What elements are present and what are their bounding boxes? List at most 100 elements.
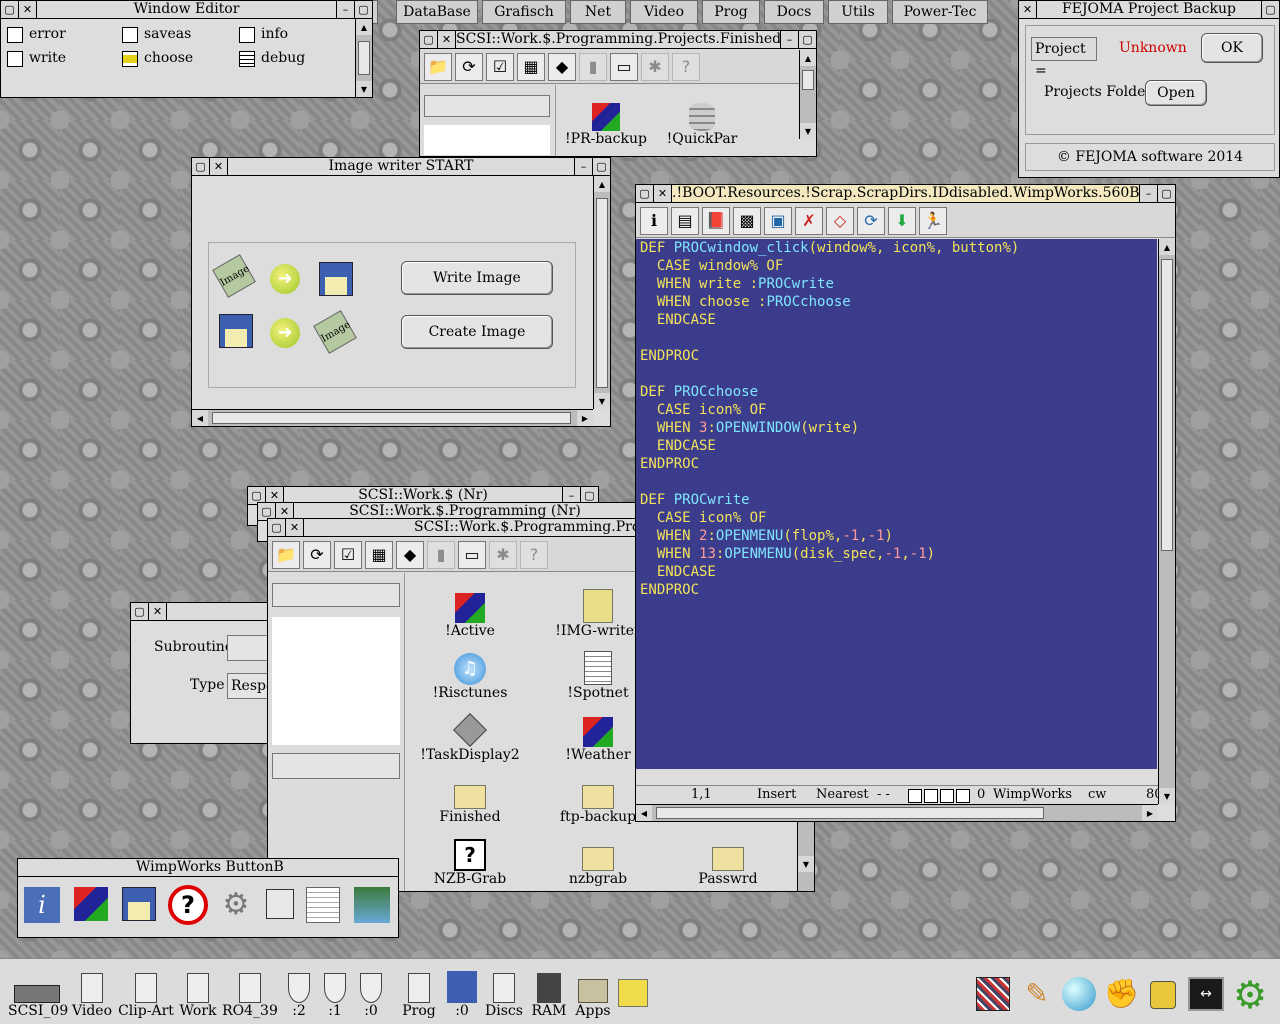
drive-ro4[interactable]: RO4_39 bbox=[222, 967, 278, 1019]
vertical-scrollbar[interactable]: ▲ ▼ bbox=[799, 50, 816, 139]
menu-doc-icon[interactable] bbox=[306, 887, 340, 923]
toggle-size-icon[interactable]: ▢ bbox=[592, 158, 610, 175]
back-icon[interactable]: ▢ bbox=[636, 185, 654, 202]
drive-prog[interactable]: Prog bbox=[400, 967, 438, 1019]
settings-icon[interactable]: ✱ bbox=[489, 540, 517, 569]
toggle-size-icon[interactable]: ▢ bbox=[798, 31, 816, 48]
basic-icon[interactable] bbox=[354, 887, 390, 923]
scroll-thumb[interactable] bbox=[596, 198, 608, 388]
drive-work[interactable]: Work bbox=[178, 967, 218, 1019]
vertical-scrollbar[interactable]: ▲ ▼ bbox=[593, 176, 610, 409]
grid-icon[interactable]: ▦ bbox=[517, 52, 545, 81]
save-icon[interactable]: ▣ bbox=[764, 206, 792, 235]
drive-apps[interactable]: Apps bbox=[574, 967, 612, 1019]
scroll-up-icon[interactable]: ▲ bbox=[594, 176, 610, 192]
file-icon[interactable]: Passwrd bbox=[668, 831, 788, 887]
grid-icon[interactable]: ▩ bbox=[733, 206, 761, 235]
checkbox-saveas[interactable] bbox=[122, 27, 138, 43]
finished-titlebar[interactable]: ▢ ✕ SCSI::Work.$.Programming.Projects.Fi… bbox=[420, 31, 816, 49]
scroll-left-icon[interactable]: ◀ bbox=[192, 410, 208, 426]
new-dir-icon[interactable]: 📁 bbox=[272, 540, 300, 569]
close-icon[interactable]: ✕ bbox=[286, 519, 304, 536]
scroll-up-icon[interactable]: ▲ bbox=[356, 19, 372, 35]
close-icon[interactable]: ✕ bbox=[210, 158, 228, 175]
scroll-thumb[interactable] bbox=[212, 412, 571, 424]
code-area[interactable]: DEF PROCwindow_click(window%, icon%, but… bbox=[636, 239, 1157, 769]
subroutine-input[interactable] bbox=[227, 635, 269, 661]
file-icon[interactable]: nzbgrab bbox=[538, 831, 658, 887]
info-icon[interactable]: ℹ bbox=[640, 206, 668, 235]
checkbox-info[interactable] bbox=[239, 27, 255, 43]
scroll-down-icon[interactable]: ▼ bbox=[798, 856, 814, 872]
type-select[interactable]: Respo bbox=[227, 673, 269, 699]
grid-icon[interactable]: ▦ bbox=[365, 540, 393, 569]
window-icon[interactable] bbox=[266, 889, 294, 919]
settings-icon[interactable]: ✱ bbox=[641, 52, 669, 81]
bin-icon[interactable]: ▮ bbox=[427, 540, 455, 569]
checkbox-write[interactable] bbox=[7, 51, 23, 67]
new-dir-icon[interactable]: 📁 bbox=[424, 52, 452, 81]
scroll-down-icon[interactable]: ▼ bbox=[356, 81, 372, 97]
file-icon[interactable]: !TaskDisplay2 bbox=[410, 707, 530, 763]
tools-icon[interactable]: ⚙ bbox=[218, 887, 254, 923]
refresh-icon[interactable]: ⟳ bbox=[303, 540, 331, 569]
paint-brush-icon[interactable]: ✎ bbox=[1020, 977, 1054, 1011]
bin-icon[interactable]: ▮ bbox=[579, 52, 607, 81]
vertical-scrollbar[interactable]: ▲ ▼ bbox=[1158, 239, 1175, 804]
select-icon[interactable]: ☑ bbox=[486, 52, 514, 81]
drive-discs[interactable]: Discs bbox=[484, 967, 524, 1019]
scroll-left-icon[interactable]: ◀ bbox=[636, 805, 652, 821]
back-icon[interactable]: ▢ bbox=[420, 31, 438, 48]
select-icon[interactable]: ☑ bbox=[334, 540, 362, 569]
open-button[interactable]: Open bbox=[1145, 80, 1207, 106]
cross-arrows-icon[interactable]: ✗ bbox=[795, 206, 823, 235]
help-icon[interactable]: ? bbox=[672, 52, 700, 81]
refresh-icon[interactable]: ⟳ bbox=[857, 206, 885, 235]
diamond-icon[interactable]: ◇ bbox=[826, 206, 854, 235]
back-icon[interactable]: ▢ bbox=[268, 519, 286, 536]
drive-scsi[interactable]: SCSI_09 bbox=[8, 967, 68, 1019]
menu-item-net[interactable]: Net bbox=[570, 0, 626, 24]
subroutine-titlebar[interactable]: ▢ ✕ bbox=[131, 603, 269, 621]
run-icon[interactable]: 🏃 bbox=[919, 206, 947, 235]
drive-ram[interactable]: RAM bbox=[530, 967, 568, 1019]
menu-item-docs[interactable]: Docs bbox=[764, 0, 824, 24]
help-icon[interactable]: ? bbox=[520, 540, 548, 569]
notepad-icon[interactable] bbox=[618, 979, 648, 1007]
write-image-button[interactable]: Write Image bbox=[401, 261, 553, 295]
iconise-icon[interactable]: – bbox=[780, 31, 798, 48]
back-icon[interactable]: ▢ bbox=[131, 603, 149, 620]
drive-video[interactable]: Video bbox=[70, 967, 114, 1019]
menu-item-prog[interactable]: Prog bbox=[702, 0, 760, 24]
drive-clip-art[interactable]: Clip-Art bbox=[118, 967, 174, 1019]
app-icon[interactable] bbox=[74, 887, 108, 921]
toggle-size-icon[interactable]: ▢ bbox=[1261, 1, 1279, 18]
checkbox-debug[interactable] bbox=[239, 51, 255, 67]
film-icon[interactable]: ▤ bbox=[671, 206, 699, 235]
iconise-icon[interactable]: – bbox=[574, 158, 592, 175]
iconise-icon[interactable]: – bbox=[1139, 185, 1157, 202]
info-icon[interactable]: i bbox=[24, 887, 60, 923]
file-icon[interactable]: ♫ !Risctunes bbox=[410, 645, 530, 701]
cube-icon[interactable]: ◆ bbox=[396, 540, 424, 569]
toggle-size-icon[interactable]: ▢ bbox=[354, 1, 372, 18]
scroll-thumb[interactable] bbox=[1161, 259, 1173, 551]
window-editor-titlebar[interactable]: ▢ ✕ Window Editor – ▢ bbox=[1, 1, 372, 19]
back-icon[interactable]: ▢ bbox=[1, 1, 19, 18]
menu-item-video[interactable]: Video bbox=[630, 0, 698, 24]
refresh-icon[interactable]: ⟳ bbox=[455, 52, 483, 81]
toggle-size-icon[interactable]: ▢ bbox=[1157, 185, 1175, 202]
download-icon[interactable]: ⬇ bbox=[888, 206, 916, 235]
scroll-thumb[interactable] bbox=[802, 70, 814, 90]
close-icon[interactable]: ✕ bbox=[654, 185, 672, 202]
scroll-right-icon[interactable]: ▶ bbox=[1142, 805, 1158, 821]
scroll-right-icon[interactable]: ▶ bbox=[577, 410, 593, 426]
editor-titlebar[interactable]: ▢ ✕ .!BOOT.Resources.!Scrap.ScrapDirs.ID… bbox=[636, 185, 1175, 203]
close-icon[interactable]: ✕ bbox=[438, 31, 456, 48]
menu-item-database[interactable]: DataBase bbox=[396, 0, 478, 24]
create-image-button[interactable]: Create Image bbox=[401, 315, 553, 349]
drive-1[interactable]: :1 bbox=[320, 967, 350, 1019]
ok-button[interactable]: OK bbox=[1201, 33, 1263, 63]
menu-item-grafisch[interactable]: Grafisch bbox=[482, 0, 566, 24]
fist-icon[interactable]: ✊ bbox=[1104, 977, 1139, 1011]
